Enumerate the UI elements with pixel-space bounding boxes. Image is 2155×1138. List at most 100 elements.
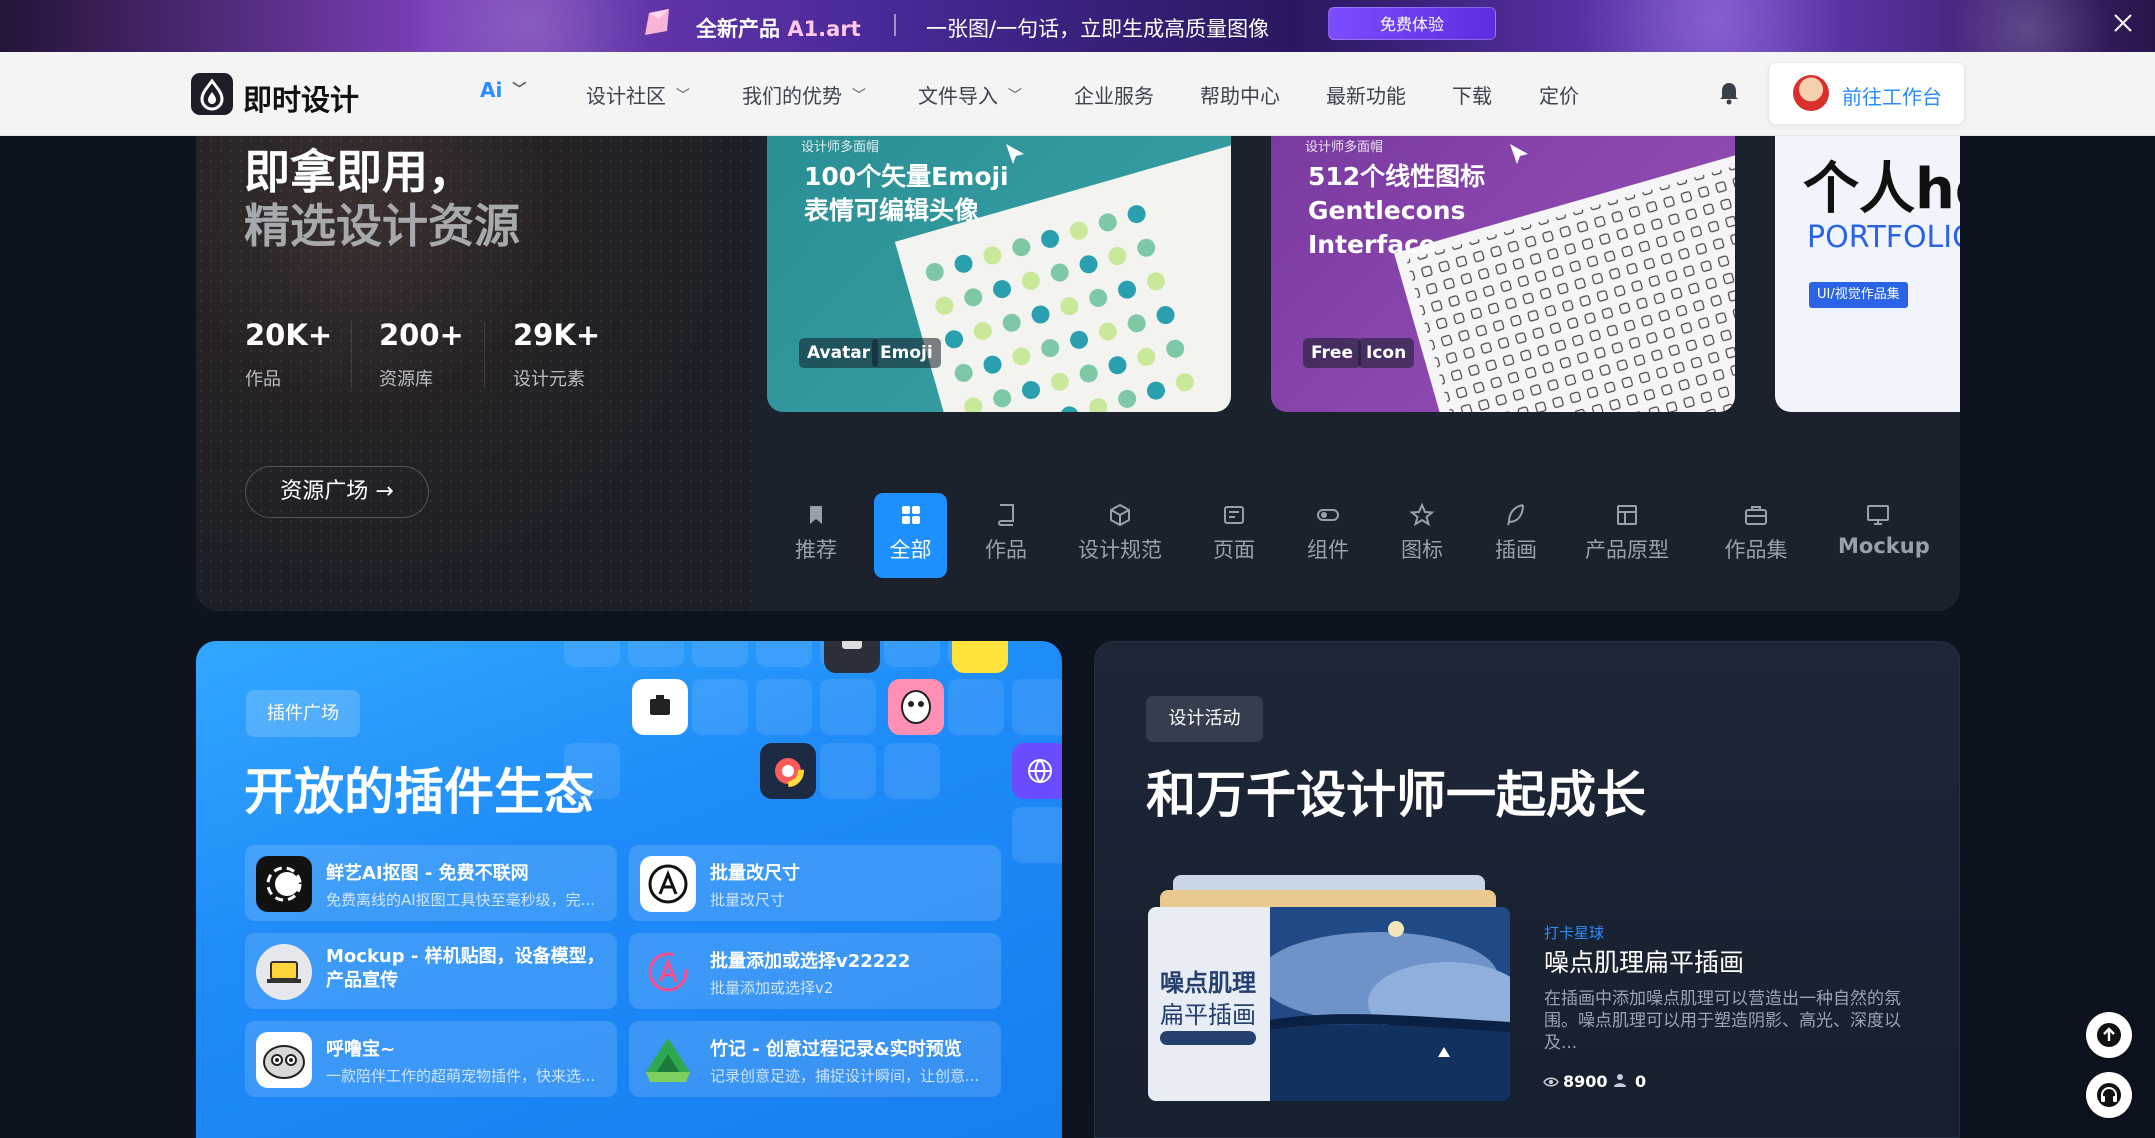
user-icon [1613, 1073, 1627, 1088]
plugin-title-line: Mockup - 样机贴图，设备模型， [326, 946, 605, 967]
star-icon [1409, 502, 1435, 527]
nav-item-import[interactable]: 文件导入 ﹀ [918, 80, 1022, 109]
category-recommend[interactable]: 推荐 [790, 490, 842, 578]
nav-label: 设计社区 [586, 84, 666, 108]
resource-square-button[interactable]: 资源广场 → [245, 466, 429, 518]
close-icon[interactable] [2110, 10, 2136, 38]
plugin-app-icon [824, 641, 880, 673]
activity-name[interactable]: 噪点肌理扁平插画 [1544, 943, 1744, 979]
briefcase-icon [1745, 506, 1767, 525]
nav-label: 我们的优势 [742, 84, 842, 108]
bell-icon[interactable] [1717, 80, 1741, 106]
plugin-card[interactable]: 批量添加或选择v22222 批量添加或选择v2 [629, 933, 1001, 1009]
card-title-line: 512个线性图标 [1308, 162, 1486, 191]
plugin-title-line: 产品宣传 [326, 970, 398, 991]
arrow-up-icon [2097, 1023, 2121, 1047]
category-label: 页面 [1213, 538, 1255, 562]
nav-item-advantages[interactable]: 我们的优势 ﹀ [742, 80, 866, 109]
plugin-mockup-icon [256, 944, 312, 1000]
category-pages[interactable]: 页面 [1208, 490, 1260, 578]
nav-ai-label: Ai [480, 78, 503, 102]
category-design-spec[interactable]: 设计规范 [1078, 490, 1162, 578]
thumbnail-cover: 噪点肌理 扁平插画 [1148, 907, 1270, 1101]
book-icon [998, 504, 1014, 526]
category-works[interactable]: 作品 [980, 490, 1032, 578]
plugin-app-icon [760, 743, 816, 799]
plugin-cutout-icon [256, 856, 312, 912]
category-label: 插画 [1495, 538, 1537, 562]
category-icons[interactable]: 图标 [1396, 490, 1448, 578]
card-tag: Avatar [799, 338, 879, 368]
avatar [1793, 75, 1829, 111]
plugin-title: 批量添加或选择v22222 [710, 951, 911, 972]
category-portfolio[interactable]: 作品集 [1722, 490, 1790, 578]
headset-icon [2097, 1083, 2121, 1107]
activity-meta[interactable]: 打卡星球 [1544, 922, 1604, 943]
free-trial-button[interactable]: 免费体验 [1328, 7, 1496, 40]
resource-card-emoji[interactable]: 设计师多面帽 100个矢量Emoji 表情可编辑头像 Avatar Emoji [767, 136, 1231, 412]
plugin-desc: 免费离线的AI抠图工具快至毫秒级，完... [326, 891, 595, 909]
nav-item-community[interactable]: 设计社区 ﹀ [586, 80, 690, 109]
category-mockup[interactable]: Mockup [1838, 490, 1930, 578]
plugin-card[interactable]: 鲜艺AI抠图 - 免费不联网 免费离线的AI抠图工具快至毫秒级，完... [245, 845, 617, 921]
category-label: Mockup [1838, 534, 1930, 558]
card-tag: Icon [1358, 338, 1415, 368]
card-badge: UI/视觉作品集 [1809, 282, 1908, 308]
scroll-top-button[interactable] [2086, 1012, 2132, 1058]
nav-item-help[interactable]: 帮助中心 [1200, 80, 1280, 109]
activity-views: 8900 [1563, 1072, 1608, 1091]
cube-icon [1110, 503, 1130, 527]
plugin-desc: 批量添加或选择v2 [710, 979, 834, 997]
activity-chip[interactable]: 设计活动 [1146, 696, 1263, 742]
card-subtitle: PORTFOLIO [1807, 220, 1960, 255]
logo-text[interactable]: 即时设计 [243, 77, 359, 119]
plugin-card[interactable]: 批量改尺寸 批量改尺寸 [629, 845, 1001, 921]
category-all[interactable]: 全部 [874, 490, 947, 578]
nav-item-new-features[interactable]: 最新功能 [1326, 80, 1406, 109]
activity-users: 0 [1635, 1072, 1647, 1091]
plugin-card[interactable]: Mockup - 样机贴图，设备模型， 产品宣传 [245, 933, 617, 1009]
plugin-app-icon [888, 679, 944, 735]
a1-gem-icon [643, 9, 673, 37]
nav-ai[interactable]: Ai ﹀ [480, 78, 526, 102]
promo-text: 一张图/一句话，立即生成高质量图像 [926, 17, 1270, 41]
card-title: 100个矢量Emoji 表情可编辑头像 [804, 160, 1009, 228]
logo-icon[interactable] [191, 73, 233, 115]
category-label: 作品 [985, 538, 1027, 562]
page-icon [1224, 506, 1244, 524]
resource-card-portfolio[interactable]: 个人hos PORTFOLIO UI/视觉作品集 [1775, 136, 1960, 412]
plugin-square-chip[interactable]: 插件广场 [246, 690, 360, 737]
chevron-down-icon: ﹀ [852, 88, 866, 104]
activity-title: 和万千设计师一起成长 [1146, 766, 1646, 824]
activity-thumbnail[interactable]: 噪点肌理 扁平插画 [1148, 907, 1510, 1101]
bookmark-icon [810, 506, 822, 524]
plugin-title: 开放的插件生态 [244, 763, 594, 821]
plugin-app-icon [632, 679, 688, 735]
plugin-title: 鲜艺AI抠图 - 免费不联网 [326, 863, 529, 884]
resource-card-icons[interactable]: 设计师多面帽 512个线性图标 Gentlecons Interface Fre… [1271, 136, 1735, 412]
plugin-desc: 批量改尺寸 [710, 891, 786, 909]
support-button[interactable] [2086, 1072, 2132, 1118]
chevron-down-icon: ﹀ [676, 88, 690, 104]
promo-brand: A1.art [787, 17, 861, 41]
card-subtitle: 设计师多面帽 [1305, 140, 1384, 155]
nav-item-download[interactable]: 下载 [1452, 80, 1492, 109]
activity-desc: 在插画中添加噪点肌理可以营造出一种自然的氛围。噪点肌理可以用于塑造阴影、高光、深… [1544, 989, 1901, 1053]
plugin-app-icon [952, 641, 1008, 673]
stat-divider [351, 322, 352, 388]
plugin-title: 批量改尺寸 [710, 863, 800, 884]
plugin-card[interactable]: 呼噜宝~ 一款陪伴工作的超萌宠物插件，快来选... [245, 1021, 617, 1097]
plugin-desc: 记录创意足迹，捕捉设计瞬间，让创意... [710, 1067, 980, 1085]
cursor-icon [1510, 144, 1528, 164]
category-components[interactable]: 组件 [1302, 490, 1354, 578]
thumbnail-title-line: 扁平插画 [1160, 1001, 1256, 1029]
plugin-card[interactable]: 竹记 - 创意过程记录&实时预览 记录创意足迹，捕捉设计瞬间，让创意... [629, 1021, 1001, 1097]
workspace-button-label: 前往工作台 [1842, 85, 1942, 109]
plugin-pet-icon [256, 1032, 312, 1088]
category-illustrations[interactable]: 插画 [1490, 490, 1542, 578]
nav-item-enterprise[interactable]: 企业服务 [1074, 80, 1154, 109]
hero-title-line2: 精选设计资源 [244, 199, 520, 253]
nav-item-pricing[interactable]: 定价 [1539, 80, 1579, 109]
category-prototypes[interactable]: 产品原型 [1585, 490, 1669, 578]
plugin-title: 竹记 - 创意过程记录&实时预览 [710, 1039, 962, 1060]
